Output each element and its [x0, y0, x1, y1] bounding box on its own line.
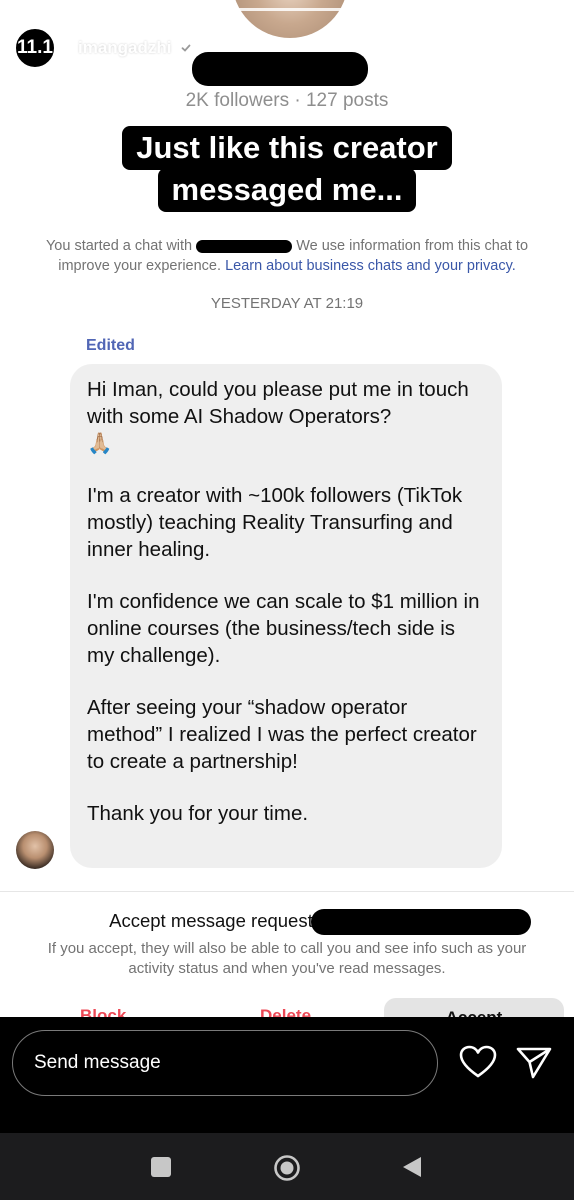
heart-icon[interactable] [459, 1045, 497, 1084]
story-caption-line-1: Just like this creator [0, 126, 574, 170]
praying-hands-emoji: 🙏🏼 [87, 432, 113, 455]
story-avatar-badge[interactable]: 11.1 [14, 27, 56, 69]
square-icon[interactable] [151, 1157, 171, 1177]
request-actions: Block Delete Accept [0, 998, 574, 1017]
more-vertical-icon[interactable] [552, 34, 560, 62]
story-progress-bar [8, 8, 567, 11]
message-paragraph: Hi Iman, could you please put me in touc… [87, 376, 486, 457]
intro-start: You started a chat with [45, 238, 193, 254]
reply-bar: Send message [0, 1017, 574, 1133]
edited-label: Edited [86, 337, 135, 354]
story-header: 11.1 imangadzhi 4h [14, 27, 560, 69]
privacy-link[interactable]: Learn about business chats and your priv… [225, 258, 516, 274]
paper-plane-icon[interactable] [516, 1046, 552, 1085]
progress-segment [195, 8, 379, 11]
message-paragraph: I'm a creator with ~100k followers (TikT… [87, 484, 463, 561]
sender-avatar[interactable] [16, 831, 54, 869]
send-message-input[interactable]: Send message [12, 1030, 438, 1096]
message-text: Hi Iman, could you please put me in touc… [87, 378, 469, 428]
redaction-bar [196, 239, 293, 253]
message-bubble[interactable]: Hi Iman, could you please put me in touc… [70, 364, 502, 868]
message-paragraph: Thank you for your time. [87, 802, 309, 825]
verified-icon [177, 40, 194, 56]
chat-intro: You started a chat with We use informati… [30, 236, 544, 276]
accept-request-note: If you accept, they will also be able to… [47, 940, 527, 977]
divider [0, 891, 574, 892]
profile-meta: 2K followers · 127 posts [185, 90, 389, 111]
chat-timestamp: YESTERDAY AT 21:19 [210, 295, 364, 312]
message-paragraph: I'm confidence we can scale to $1 millio… [87, 590, 480, 667]
system-nav-bar [0, 1133, 574, 1200]
progress-segment [8, 8, 191, 11]
accept-button[interactable]: Accept [384, 998, 564, 1017]
caption-text: messaged me... [157, 168, 417, 212]
redaction-bar [311, 909, 531, 935]
back-triangle-icon[interactable] [401, 1155, 423, 1184]
caption-text: Just like this creator [122, 126, 452, 170]
story-frame: 11.1 imangadzhi 4h 2K followers · 127 po… [0, 0, 574, 1017]
home-circle-icon[interactable] [273, 1154, 301, 1187]
story-username[interactable]: imangadzhi [78, 38, 172, 58]
story-caption-line-2: messaged me... [0, 168, 574, 212]
message-paragraph: After seeing your “shadow operator metho… [87, 696, 477, 773]
progress-segment [383, 8, 567, 11]
block-button[interactable]: Block [80, 1006, 126, 1017]
story-time: 4h [203, 39, 222, 56]
delete-button[interactable]: Delete [260, 1006, 311, 1017]
